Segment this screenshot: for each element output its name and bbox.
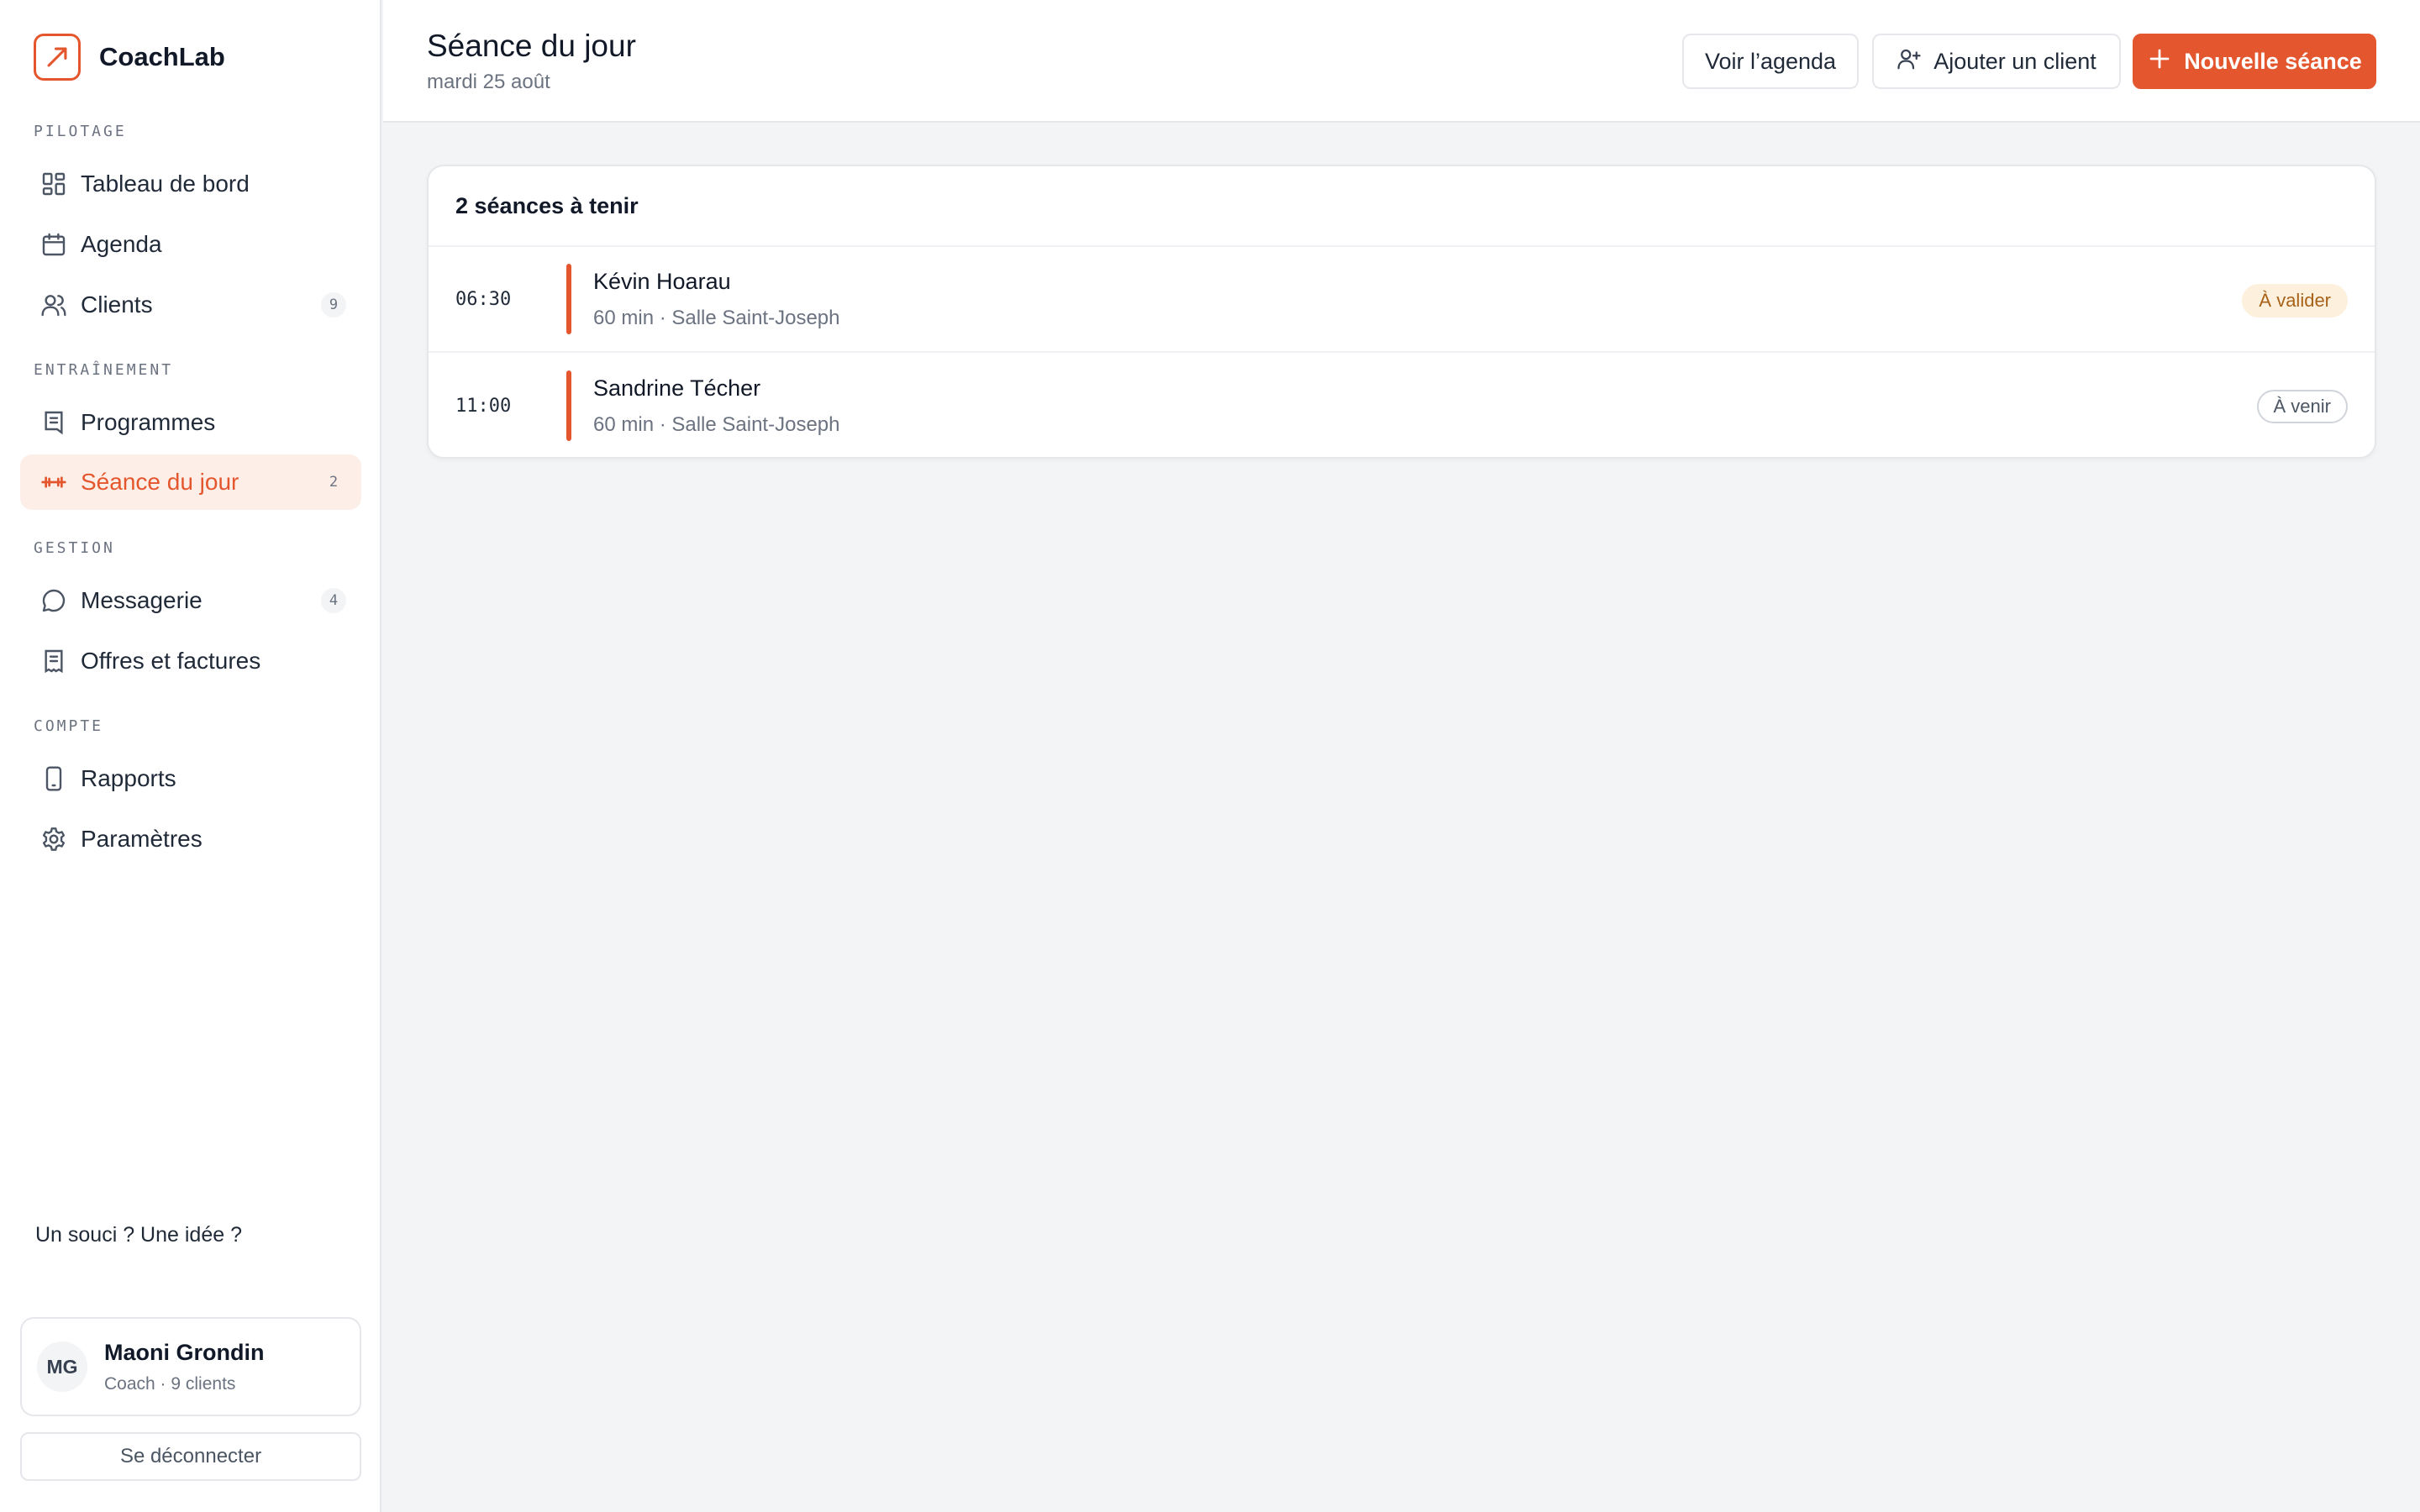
user-meta: Coach · 9 clients — [104, 1373, 236, 1394]
session-info: Sandrine Técher 60 min · Salle Saint-Jos… — [593, 375, 2375, 437]
user-name: Maoni Grondin — [104, 1339, 265, 1365]
sidebar-item-label: Séance du jour — [81, 469, 239, 495]
sidebar-item-agenda[interactable]: Agenda — [20, 217, 361, 272]
sidebar-item-label: Paramètres — [81, 826, 203, 852]
chat-bubble-icon — [20, 573, 81, 628]
session-time: 06:30 — [455, 288, 512, 310]
sidebar-item-label: Agenda — [81, 231, 162, 257]
add-client-button[interactable]: Ajouter un client — [1872, 34, 2121, 89]
sidebar-item-messagerie[interactable]: Messagerie 4 — [20, 573, 361, 628]
count-badge: 4 — [321, 588, 346, 613]
logout-button[interactable]: Se déconnecter — [20, 1432, 361, 1481]
document-icon — [20, 395, 81, 450]
user-card[interactable]: MG Maoni Grondin Coach · 9 clients — [20, 1317, 361, 1416]
count-badge: 2 — [329, 474, 339, 491]
button-label: Nouvelle séance — [2184, 48, 2362, 74]
dashboard-grid-icon — [20, 156, 81, 212]
section-label-gestion: GESTION — [34, 539, 115, 557]
section-label-entrainement: ENTRAÎNEMENT — [34, 361, 174, 379]
section-label-pilotage: PILOTAGE — [34, 123, 127, 140]
section-label-compte: COMPTE — [34, 717, 104, 735]
session-meta: 60 min · Salle Saint-Joseph — [593, 412, 840, 436]
sidebar-item-offres-factures[interactable]: Offres et factures — [20, 633, 361, 689]
page-date: mardi 25 août — [427, 71, 550, 93]
new-session-button[interactable]: Nouvelle séance — [2133, 34, 2376, 89]
sidebar-item-programmes[interactable]: Programmes — [20, 395, 361, 450]
sidebar-item-parametres[interactable]: Paramètres — [20, 811, 361, 867]
session-client-name: Sandrine Técher — [593, 375, 761, 401]
session-row[interactable]: 06:30 Kévin Hoarau 60 min · Salle Saint-… — [429, 247, 2375, 353]
brand[interactable]: CoachLab — [34, 34, 225, 81]
count-badge: 9 — [321, 292, 346, 318]
sidebar-item-label: Programmes — [81, 409, 216, 435]
feedback-link[interactable]: Un souci ? Une idée ? — [35, 1223, 242, 1247]
sidebar-item-label: Offres et factures — [81, 648, 261, 674]
session-row[interactable]: 11:00 Sandrine Técher 60 min · Salle Sai… — [429, 353, 2375, 457]
sidebar-item-label: Clients — [81, 291, 153, 318]
session-client-name: Kévin Hoarau — [593, 268, 731, 294]
session-time: 11:00 — [455, 395, 512, 417]
plus-icon — [2147, 46, 2172, 77]
session-accent-bar — [566, 370, 571, 441]
brand-name: CoachLab — [99, 42, 225, 71]
user-plus-icon — [1897, 46, 1922, 77]
view-agenda-button[interactable]: Voir l’agenda — [1682, 34, 1859, 89]
sidebar-item-label: Tableau de bord — [81, 171, 250, 197]
status-badge: À venir — [2256, 390, 2348, 423]
sessions-card: 2 séances à tenir 06:30 Kévin Hoarau 60 … — [427, 165, 2376, 459]
button-label: Ajouter un client — [1933, 48, 2096, 74]
sidebar-item-label: Rapports — [81, 765, 176, 791]
trend-arrow-icon — [34, 34, 81, 81]
session-info: Kévin Hoarau 60 min · Salle Saint-Joseph — [593, 269, 2375, 330]
receipt-icon — [20, 633, 81, 689]
button-label: Voir l’agenda — [1704, 48, 1837, 74]
session-meta: 60 min · Salle Saint-Joseph — [593, 306, 840, 329]
sidebar-item-dashboard[interactable]: Tableau de bord — [20, 156, 361, 212]
user-info: Maoni Grondin Coach · 9 clients — [104, 1340, 264, 1394]
status-badge: À valider — [2242, 284, 2348, 318]
sidebar-item-seance-du-jour[interactable]: Séance du jour 2 — [20, 454, 361, 510]
gear-icon — [20, 811, 81, 867]
sidebar-item-rapports[interactable]: Rapports — [20, 751, 361, 806]
calendar-icon — [20, 217, 81, 272]
sessions-title: 2 séances à tenir — [429, 166, 2375, 247]
sidebar-item-clients[interactable]: Clients 9 — [20, 277, 361, 333]
dumbbell-icon — [20, 454, 81, 510]
page-header: Séance du jour mardi 25 août Voir l’agen… — [383, 0, 2420, 123]
sidebar: CoachLab PILOTAGE Tableau de bord Agenda… — [0, 0, 381, 1512]
avatar: MG — [37, 1341, 87, 1392]
users-icon — [20, 277, 81, 333]
sidebar-item-label: Messagerie — [81, 587, 203, 613]
page-title: Séance du jour — [427, 29, 636, 63]
session-accent-bar — [566, 264, 571, 334]
phone-icon — [20, 751, 81, 806]
